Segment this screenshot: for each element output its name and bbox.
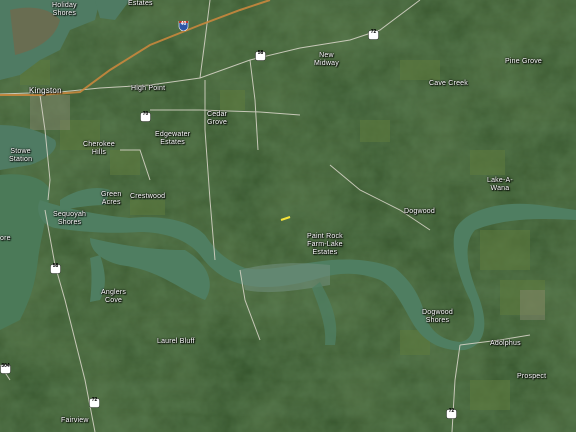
route-shield-number: 72 (91, 397, 98, 403)
place-label-new-midway: New Midway (314, 52, 339, 67)
place-label-kingston: Kingston (29, 86, 62, 95)
terrain-layer (0, 0, 576, 432)
place-label-crestwood: Crestwood (130, 193, 166, 200)
route-shield-number: 72 (448, 408, 455, 414)
route-shield: 72 (368, 27, 379, 40)
route-shield: 72 (446, 406, 457, 419)
route-shield-number: 58 (52, 263, 59, 269)
place-label-pine-grove: Pine Grove (505, 58, 543, 65)
place-label-stowe-station: Stowe Station (9, 148, 33, 163)
place-label-dogwood: Dogwood (404, 208, 435, 215)
route-shield-number: 304 (1, 363, 10, 369)
place-label-lake-a-wana: Lake-A- Wana (487, 177, 513, 192)
interstate-shield-number: 40 (180, 21, 187, 27)
place-label-edgewater-estates: Edgewater Estates (155, 131, 191, 146)
place-label-cave-creek: Cave Creek (429, 80, 468, 87)
place-label-estates: Estates (128, 0, 153, 7)
route-shield-number: 58 (257, 50, 264, 56)
interstate-shield: 40 (178, 18, 189, 32)
place-label-cedar-grove: Cedar Grove (207, 111, 228, 126)
route-shield: 70 (140, 109, 151, 122)
place-label-prospect: Prospect (517, 373, 547, 380)
place-label-laurel-bluff: Laurel Bluff (157, 338, 195, 345)
place-label-sequoyah-shores: Sequoyah Shores (53, 211, 87, 226)
route-shield: 58 (50, 261, 61, 274)
place-label-ore: ore (0, 235, 11, 242)
place-label-anglers-cove: Anglers Cove (101, 289, 127, 304)
place-label-fairview: Fairview (61, 417, 89, 424)
route-shield: 304 (0, 361, 11, 374)
route-shield-number: 72 (370, 29, 377, 35)
place-label-green-acres: Green Acres (101, 191, 122, 206)
route-shield: 58 (255, 48, 266, 61)
place-label-cherokee-hills: Cherokee Hills (83, 141, 115, 156)
place-label-dogwood-shores: Dogwood Shores (422, 309, 453, 324)
route-shield: 72 (89, 395, 100, 408)
place-label-holiday-shores: Holiday Shores (52, 2, 77, 17)
place-label-adolphus: Adolphus (490, 340, 521, 347)
place-label-high-point: High Point (131, 85, 166, 92)
route-shield-number: 70 (142, 111, 149, 117)
satellite-map[interactable]: 40 58 72 70 58 72 72 304 Holiday Shores … (0, 0, 576, 432)
place-label-paint-rock: Paint Rock Farm-Lake Estates (307, 233, 343, 256)
